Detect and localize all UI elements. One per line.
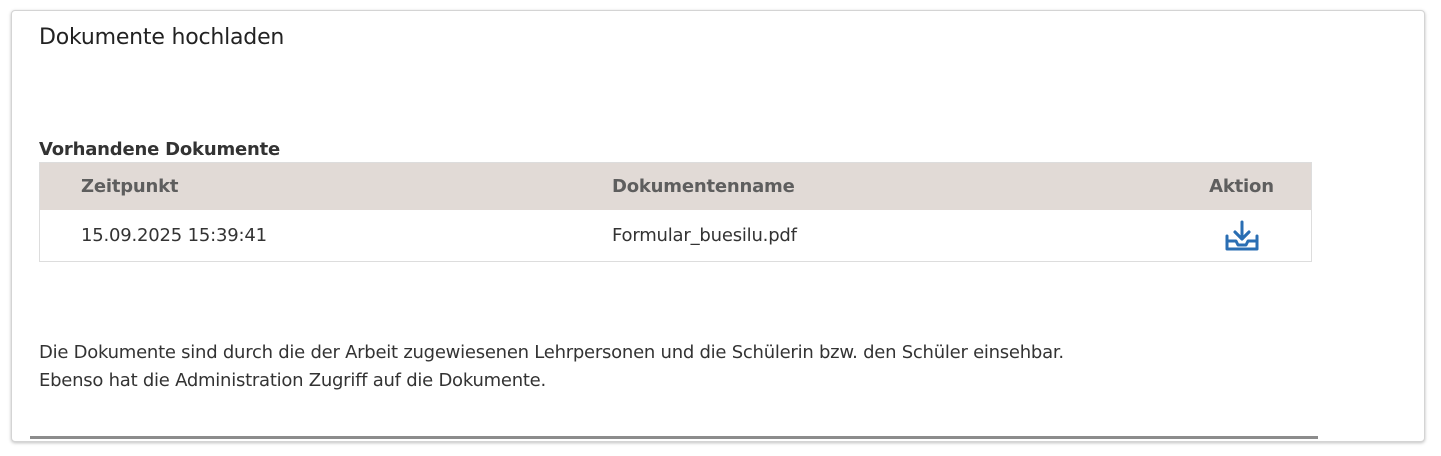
upload-documents-panel: Dokumente hochladen Vorhandene Dokumente… <box>11 10 1425 442</box>
info-line-1: Die Dokumente sind durch die der Arbeit … <box>39 342 1064 363</box>
column-header-action: Aktion <box>1209 175 1274 197</box>
info-line-2: Ebenso hat die Administration Zugriff au… <box>39 370 546 391</box>
table-body: 15.09.2025 15:39:41 Formular_buesilu.pdf <box>40 210 1312 262</box>
table-header-row: Zeitpunkt Dokumentenname Aktion <box>39 162 1312 210</box>
existing-documents-heading: Vorhandene Dokumente <box>39 139 281 160</box>
bottom-divider <box>30 436 1318 439</box>
documents-table: Zeitpunkt Dokumentenname Aktion 15.09.20… <box>39 162 1312 262</box>
document-action-cell <box>1172 210 1312 262</box>
document-name: Formular_buesilu.pdf <box>612 224 797 246</box>
download-button[interactable] <box>1224 219 1260 253</box>
visibility-info-text: Die Dokumente sind durch die der Arbeit … <box>39 339 1064 395</box>
column-header-time: Zeitpunkt <box>81 175 179 197</box>
column-header-name: Dokumentenname <box>612 175 795 197</box>
panel-title: Dokumente hochladen <box>39 25 285 50</box>
document-timestamp: 15.09.2025 15:39:41 <box>81 224 267 246</box>
table-header: Zeitpunkt Dokumentenname Aktion <box>39 162 1312 210</box>
download-icon <box>1225 220 1258 251</box>
table-row: 15.09.2025 15:39:41 Formular_buesilu.pdf <box>40 210 1312 262</box>
